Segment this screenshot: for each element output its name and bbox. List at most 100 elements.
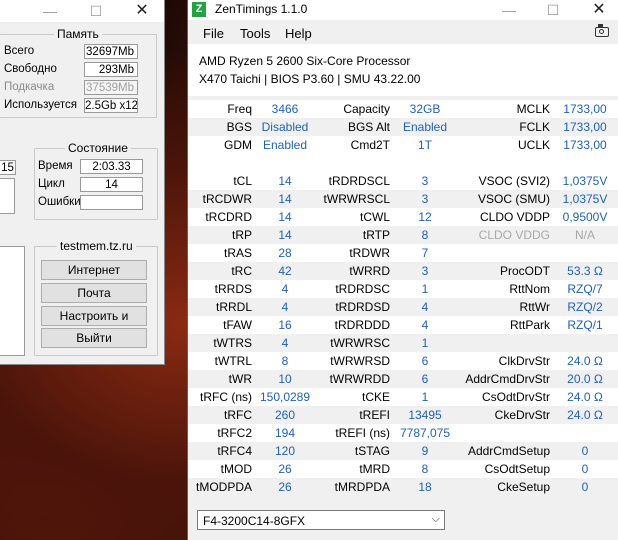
state-cycle-value: 14: [80, 177, 143, 192]
timing-value: 260: [274, 408, 296, 422]
timing-value: 32GB: [409, 102, 441, 116]
timing-label: BGS: [226, 120, 252, 134]
dimm-select[interactable]: F4-3200C14-8GFX ⌵: [197, 510, 445, 530]
timing-label: tWRWRSC: [330, 336, 390, 350]
table-row: tRFC 260 tREFI 13495 CkeDrvStr 24.0 Ω: [188, 406, 618, 424]
timing-label: tMODPDA: [195, 480, 252, 494]
timing-label: tMRD: [359, 462, 390, 476]
timing-value: 6: [421, 354, 429, 368]
timing-value: 9: [421, 444, 429, 458]
timing-value: 1,0375V: [562, 174, 608, 188]
table-row: tRFC4 120 tSTAG 9 AddrCmdSetup 0: [188, 442, 618, 460]
screenshot-camera-icon[interactable]: [595, 24, 609, 37]
table-row: tRRDS 4 tRDRDSC 1 RttNom RZQ/7: [188, 280, 618, 298]
timing-value: 42: [278, 264, 292, 278]
timing-label: tRAS: [223, 246, 252, 260]
timing-value: 0,9500V: [562, 210, 608, 224]
table-row: tRCDRD 14 tCWL 12 CLDO VDDP 0,9500V: [188, 208, 618, 226]
timing-label: GDM: [224, 138, 252, 152]
timing-value: 14: [278, 174, 292, 188]
board-bios-info: X470 Taichi | BIOS P3.60 | SMU 43.22.00: [199, 72, 421, 86]
timing-value: 150,0289: [259, 390, 311, 404]
timing-label: tRDRDSD: [335, 300, 390, 314]
timing-value: 7: [421, 246, 429, 260]
timing-value: 4: [421, 318, 429, 332]
timing-value: 10: [278, 372, 292, 386]
table-row: tRC 42 tWRRD 3 ProcODT 53.3 Ω: [188, 262, 618, 280]
table-row: tRFC (ns) 150,0289 tCKE 1 CsOdtDrvStr 24.0 Ω: [188, 388, 618, 406]
timing-value: 18: [418, 480, 432, 494]
timing-label: ProcODT: [499, 264, 550, 278]
memory-total-value: 32697Mb: [84, 44, 138, 59]
timing-value: 3: [421, 174, 429, 188]
timing-value: 1733,00: [563, 138, 607, 152]
timing-value: 120: [274, 444, 296, 458]
table-row: tCL 14 tRDRDSCL 3 VSOC (SVI2) 1,0375V: [188, 172, 618, 190]
timing-label: tWTRL: [214, 354, 252, 368]
timing-label: tWRWRDD: [329, 372, 390, 386]
timing-label: tSTAG: [354, 444, 390, 458]
timing-label: tRCDRD: [205, 210, 252, 224]
menu-file[interactable]: File: [203, 26, 224, 41]
timing-value: 16: [278, 318, 292, 332]
timing-label: BGS Alt: [347, 120, 390, 134]
menu-bar: File Tools Help: [188, 22, 618, 44]
timing-label: tWTRS: [213, 336, 252, 350]
timing-label: tMRDPDA: [334, 480, 390, 494]
timing-value: 1: [421, 390, 429, 404]
table-row: BGS Disabled BGS Alt Enabled FCLK 1733,00: [188, 118, 618, 136]
memory-free-label: Свободно: [4, 63, 57, 75]
timing-value: 13495: [408, 408, 442, 422]
timing-label: tFAW: [223, 318, 252, 332]
links-group-title: testmem.tz.ru: [57, 239, 136, 253]
timing-value: N/A: [574, 228, 595, 242]
timing-label: CkeSetup: [497, 480, 550, 494]
menu-tools[interactable]: Tools: [240, 26, 270, 41]
timing-value: 8: [421, 228, 429, 242]
mail-button[interactable]: Почта: [41, 283, 147, 303]
timing-label: tRDWR: [349, 246, 390, 260]
minimize-icon[interactable]: —: [36, 1, 64, 21]
memory-used-value: 2.5Gb x12: [84, 98, 138, 113]
maximize-icon[interactable]: ☐: [538, 0, 568, 20]
table-row: tRCDWR 14 tWRWRSCL 3 VSOC (SMU) 1,0375V: [188, 190, 618, 208]
timing-value: 1T: [417, 138, 432, 152]
maximize-icon[interactable]: ☐: [82, 1, 110, 21]
timing-value: 0: [581, 444, 589, 458]
timing-label: AddrCmdSetup: [467, 444, 550, 458]
timing-value: 1733,00: [563, 120, 607, 134]
state-group-title: Состояние: [65, 141, 131, 155]
menu-help[interactable]: Help: [285, 26, 312, 41]
bottom-bar: F4-3200C14-8GFX ⌵: [188, 500, 618, 540]
configure-exit-button[interactable]: Настроить и выйти: [41, 306, 147, 341]
timing-value: Enabled: [262, 138, 308, 152]
timing-label: tRDRDDD: [334, 318, 390, 332]
timing-label: VSOC (SVI2): [478, 174, 550, 188]
timing-value: 0: [581, 480, 589, 494]
core-counter-fragment: 15: [0, 160, 16, 175]
dimm-select-value: F4-3200C14-8GFX: [203, 514, 306, 528]
timing-label: CsOdtDrvStr: [481, 390, 550, 404]
state-errors-value: [80, 195, 143, 210]
timing-label: Capacity: [343, 102, 390, 116]
table-row: tWR 10 tWRWRDD 6 AddrCmdDrvStr 20.0 Ω: [188, 370, 618, 388]
timing-label: CLDO VDDG: [478, 228, 550, 242]
internet-button[interactable]: Интернет: [41, 260, 147, 280]
timing-value: RZQ/1: [567, 318, 603, 332]
zentimings-window: Z ZenTimings 1.1.0 — ☐ ✕ File Tools Help…: [187, 0, 618, 540]
table-row: tRP 14 tRTP 8 CLDO VDDG N/A: [188, 226, 618, 244]
timing-label: tCL: [233, 174, 252, 188]
state-time-value: 2:03.33: [80, 159, 143, 174]
close-icon[interactable]: ✕: [584, 0, 614, 20]
timing-value: 8: [421, 462, 429, 476]
timing-label: CLDO VDDP: [479, 210, 550, 224]
table-row: tRAS 28 tRDWR 7: [188, 244, 618, 262]
state-cycle-label: Цикл: [38, 178, 65, 190]
timing-label: RttNom: [509, 282, 550, 296]
close-icon[interactable]: ✕: [128, 1, 156, 21]
minimize-icon[interactable]: —: [494, 0, 524, 20]
exit-button[interactable]: Выйти: [41, 328, 147, 348]
timing-label: tWRRD: [349, 264, 390, 278]
timing-label: RttPark: [509, 318, 550, 332]
memory-free-value: 293Mb: [84, 62, 138, 77]
